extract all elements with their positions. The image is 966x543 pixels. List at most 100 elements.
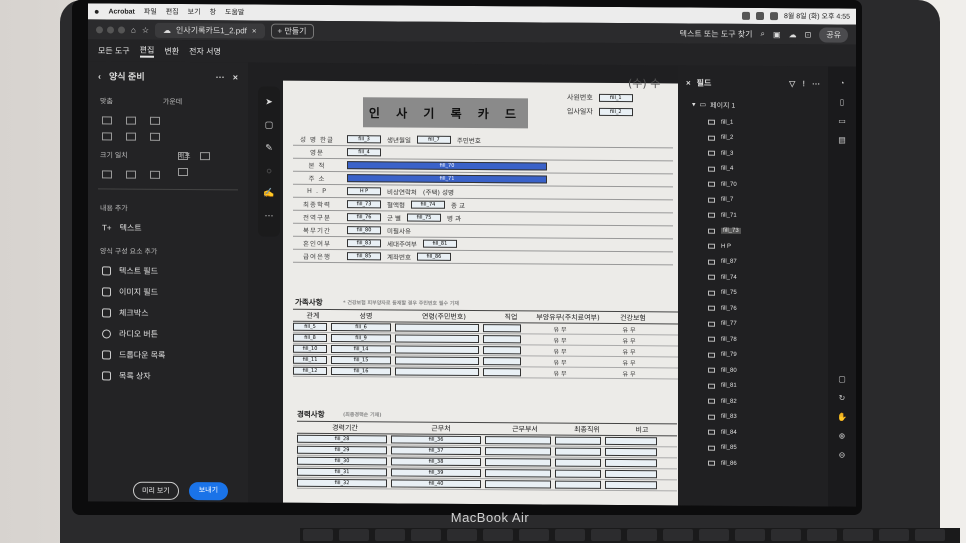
form-field[interactable]: fill_15 [331, 356, 391, 365]
form-field[interactable] [485, 436, 551, 445]
bookmark-icon[interactable]: ▯ [840, 98, 844, 107]
form-field[interactable] [485, 469, 551, 478]
align-right-icon[interactable] [150, 116, 160, 125]
cloud-upload-icon[interactable]: ☁ [789, 30, 797, 39]
minimize-window-icon[interactable] [107, 25, 114, 34]
align-top-icon[interactable] [102, 132, 112, 141]
field-list-item[interactable]: fill_2 [678, 130, 828, 147]
form-field[interactable]: fill_40 [391, 479, 481, 489]
form-field[interactable] [395, 323, 479, 333]
form-field[interactable] [605, 447, 657, 457]
new-tab-button[interactable]: + 만들기 [270, 23, 314, 39]
field-list-item[interactable]: fill_3 [678, 145, 828, 162]
match-height-icon[interactable] [126, 170, 136, 179]
field-list-item[interactable]: fill_4 [678, 161, 828, 178]
form-field[interactable]: fill_1 [598, 93, 633, 103]
form-field[interactable] [555, 458, 601, 467]
form-field[interactable]: fill_11 [293, 355, 327, 364]
more-icon[interactable]: ··· [216, 72, 225, 82]
form-field[interactable]: fill_31 [297, 467, 387, 477]
form-field[interactable]: fill_5 [293, 322, 327, 331]
form-field[interactable]: fill_39 [391, 468, 481, 478]
form-field[interactable]: fill_14 [331, 345, 391, 354]
align-left-icon[interactable] [102, 116, 112, 125]
hand-icon[interactable]: ✋ [837, 413, 847, 422]
form-field[interactable]: fill_37 [391, 446, 481, 456]
field-list-item[interactable]: fill_82 [678, 393, 828, 410]
match-width-icon[interactable] [102, 170, 112, 179]
form-field[interactable] [555, 469, 601, 478]
form-field[interactable]: fill_8 [293, 333, 327, 342]
send-button[interactable]: 보내기 [188, 482, 229, 501]
comment-rail-icon[interactable]: ◔ [840, 79, 845, 88]
field-list-item[interactable]: fill_80 [678, 362, 828, 379]
form-field[interactable] [485, 480, 551, 489]
field-list-item[interactable]: fill_70 [678, 176, 828, 193]
form-field[interactable] [605, 469, 657, 479]
form-field[interactable]: fill_70 [347, 161, 547, 171]
form-field[interactable] [485, 447, 551, 456]
preview-button[interactable]: 미리 보기 [133, 481, 179, 500]
lock-icon[interactable]: ⊡ [805, 30, 812, 39]
field-list-item[interactable]: fill_79 [678, 347, 828, 364]
zoom-window-icon[interactable] [118, 26, 125, 34]
field-list-item[interactable]: fill_83 [678, 409, 828, 426]
form-field[interactable]: fill_36 [391, 435, 481, 445]
close-fields-icon[interactable]: × [686, 78, 691, 87]
home-icon[interactable]: ⌂ [131, 25, 136, 34]
save-icon[interactable]: ▣ [773, 30, 781, 39]
form-field[interactable] [483, 335, 521, 344]
menu-help[interactable]: 도움말 [225, 7, 244, 17]
field-list-item[interactable]: fill_7 [678, 192, 828, 209]
menu-window[interactable]: 창 [210, 7, 216, 17]
page-node[interactable]: ▾ ▭ 페이지 1 [678, 96, 828, 115]
apple-icon[interactable]: ● [94, 6, 99, 16]
form-field[interactable]: fill_86 [416, 252, 451, 261]
form-field[interactable] [605, 480, 657, 490]
menu-file[interactable]: 파일 [144, 7, 157, 17]
form-field[interactable]: fill_12 [293, 366, 327, 375]
menu-edit[interactable]: 편집 [166, 7, 179, 17]
zoom-out-icon[interactable]: ⊖ [839, 451, 846, 460]
add-text-button[interactable]: T+ 텍스트 [88, 217, 248, 239]
share-button[interactable]: 공유 [819, 26, 848, 43]
field-list-item[interactable]: fill_77 [678, 316, 828, 333]
search-tools[interactable]: 텍스트 또는 도구 찾기 [680, 28, 753, 40]
refresh-icon[interactable]: ↻ [839, 394, 846, 403]
form-field[interactable]: fill_6 [331, 323, 391, 332]
field-list-item[interactable]: fill_75 [678, 285, 828, 302]
form-field[interactable] [483, 368, 521, 377]
clock[interactable]: 8월 8일 (화) 오후 4:55 [784, 11, 850, 21]
field-list-item[interactable]: fill_81 [678, 378, 828, 395]
form-field[interactable]: fill_85 [347, 252, 381, 261]
form-field[interactable]: fill_83 [347, 239, 381, 248]
field-list-item[interactable]: fill_1 [678, 114, 828, 131]
more-tools-icon[interactable]: ⋯ [265, 211, 274, 222]
field-list-item[interactable]: fill_71 [678, 207, 828, 224]
form-field[interactable]: fill_81 [422, 239, 457, 248]
text-field-button[interactable]: 텍스트 필드 [88, 260, 248, 282]
form-field[interactable]: fill_7 [416, 135, 451, 144]
form-field[interactable]: fill_29 [297, 445, 387, 455]
center-v-icon[interactable] [200, 152, 210, 161]
star-icon[interactable]: ☆ [142, 25, 149, 34]
tab-edit[interactable]: 편집 [139, 44, 155, 58]
tab-document[interactable]: ☁ 인사기록카드1_2.pdf × [155, 22, 265, 39]
radio-button-tool[interactable]: 라디오 버튼 [88, 323, 248, 345]
form-field[interactable]: fill_74 [410, 200, 445, 209]
lasso-icon[interactable]: ◌ [266, 166, 271, 176]
close-window-icon[interactable] [96, 25, 103, 33]
select-icon[interactable]: ➤ [265, 97, 273, 108]
fields-rail-icon[interactable]: ▤ [838, 136, 846, 145]
form-field[interactable]: fill_71 [347, 174, 547, 184]
center-h-icon[interactable] [178, 151, 188, 161]
wifi-icon[interactable] [755, 11, 764, 21]
form-field[interactable] [395, 334, 479, 344]
field-list-item[interactable]: fill_84 [678, 424, 828, 441]
field-list-item[interactable]: fill_85 [678, 440, 828, 457]
field-list-item[interactable]: fill_86 [678, 455, 828, 472]
match-both-icon[interactable] [150, 170, 160, 179]
filter-icon[interactable]: ▽ [789, 79, 795, 88]
field-list-item[interactable]: fill_87 [678, 254, 828, 271]
align-center-icon[interactable] [126, 116, 136, 125]
